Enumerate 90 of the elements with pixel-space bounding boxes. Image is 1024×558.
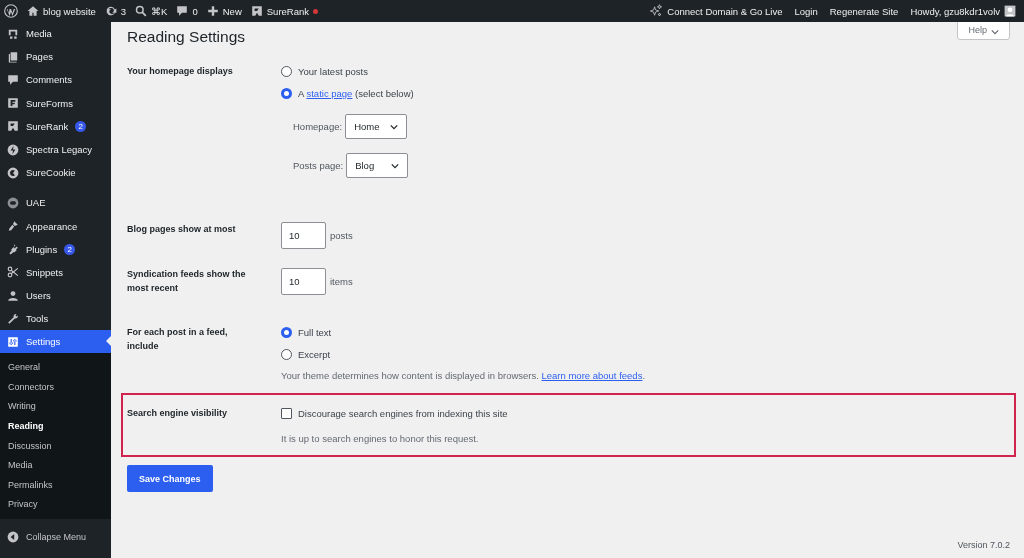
number-field[interactable]: 10 — [281, 267, 326, 295]
collapse-menu-button[interactable]: Collapse Menu — [0, 519, 111, 544]
toolbar-item[interactable]: Connect Domain & Go Live — [649, 4, 783, 18]
submenu-item[interactable]: General — [0, 357, 111, 378]
form-icon — [7, 97, 19, 110]
unit-label: items — [330, 275, 353, 287]
option-label: A static page (select below) — [298, 87, 414, 99]
menu-item[interactable]: UAE — [0, 191, 111, 215]
wordpress-menu[interactable] — [4, 4, 18, 18]
surerank-logo-icon — [7, 120, 19, 133]
plug-icon — [7, 243, 19, 256]
toolbar-item[interactable]: ⌘K — [135, 5, 168, 17]
help-text: Your theme determines how content is displayed in browsers. Learn more about feeds. — [281, 369, 647, 383]
field-label: Syndication feeds show the most recent — [127, 268, 247, 295]
collapse-icon — [7, 531, 19, 544]
comment-icon — [7, 73, 19, 86]
comment-icon — [176, 5, 189, 17]
submenu-item[interactable]: Reading — [0, 416, 111, 436]
help-text: It is up to search engines to honor this request. — [281, 432, 480, 446]
radio-button[interactable] — [281, 87, 292, 99]
field-label: Search engine visibility — [127, 407, 229, 420]
refresh-icon — [104, 5, 117, 17]
menu-item[interactable]: Pages — [0, 45, 111, 69]
menu-item[interactable]: Comments — [0, 68, 111, 92]
menu-item[interactable]: Plugins 2 — [0, 237, 111, 261]
number-field[interactable]: 10 — [281, 222, 326, 249]
toolbar-item[interactable]: blog website — [27, 5, 96, 17]
avatar-icon — [1004, 5, 1016, 17]
menu-item[interactable]: Spectra Legacy — [0, 137, 111, 162]
menu-item[interactable]: SureCookie — [0, 161, 111, 185]
menu-item[interactable]: Tools — [0, 307, 111, 331]
plus-icon — [206, 5, 219, 17]
paintbrush-icon — [7, 220, 19, 233]
field-label: Your homepage displays — [127, 65, 234, 78]
menu-item[interactable]: SureForms — [0, 91, 111, 115]
caret-icon — [991, 29, 999, 35]
sliders-icon — [7, 335, 19, 348]
count-badge: 2 — [75, 120, 87, 132]
submenu-item[interactable]: Connectors — [0, 377, 111, 397]
bolt-icon — [7, 143, 19, 156]
submenu-item[interactable]: Discussion — [0, 435, 111, 456]
unit-label: posts — [330, 230, 353, 241]
save-changes-button[interactable]: Save Changes — [127, 465, 213, 492]
toolbar-item[interactable]: 3 — [104, 5, 127, 17]
cookie-icon — [7, 166, 19, 179]
toolbar-link[interactable]: Login — [794, 5, 818, 17]
select-label: Homepage: — [293, 121, 343, 132]
submenu-item[interactable]: Writing — [0, 396, 111, 417]
menu-item[interactable]: Media — [0, 22, 111, 46]
page-title: Reading Settings — [127, 28, 246, 46]
count-badge: 2 — [64, 243, 76, 255]
checkbox[interactable] — [281, 407, 292, 419]
checkbox-label: Discourage search engines from indexing this site — [298, 407, 508, 419]
select-label: Posts page: — [293, 160, 344, 171]
home-icon — [27, 5, 39, 17]
menu-item[interactable]: Users — [0, 284, 111, 308]
toolbar-item[interactable]: SureRank — [250, 5, 318, 17]
wrench-icon — [7, 312, 19, 325]
page-dropdown[interactable]: Blog — [346, 153, 409, 178]
field-label: For each post in a feed, include — [127, 326, 229, 353]
menu-item[interactable]: Appearance — [0, 214, 111, 238]
submenu-item[interactable]: Permalinks — [0, 475, 111, 495]
menu-item[interactable]: Snippets — [0, 260, 111, 285]
wordpress-logo-icon — [4, 4, 18, 18]
menu-item[interactable]: Settings — [0, 330, 111, 354]
static-page-link[interactable]: static page — [306, 87, 353, 99]
menu-item[interactable]: SureRank 2 — [0, 114, 111, 138]
radio-button[interactable] — [281, 326, 292, 338]
toolbar-item[interactable]: 0 — [176, 5, 198, 17]
badge-logo-icon — [7, 196, 19, 209]
toolbar-item[interactable]: New — [206, 5, 242, 17]
pages-icon — [7, 50, 19, 63]
option-label: Your latest posts — [298, 65, 368, 77]
chevron-down-icon — [391, 162, 400, 169]
option-label: Excerpt — [298, 348, 331, 360]
search-icon — [135, 5, 148, 17]
page-dropdown[interactable]: Home — [345, 114, 408, 139]
surerank-logo-icon — [250, 5, 263, 17]
option-label: Full text — [298, 326, 332, 338]
submenu-item[interactable]: Media — [0, 455, 111, 475]
user-icon — [7, 289, 19, 302]
chevron-down-icon — [390, 123, 399, 130]
sparkle-icon — [649, 4, 664, 18]
version-text: Version 7.0.2 — [957, 540, 1010, 552]
radio-button[interactable] — [281, 65, 292, 77]
submenu-item[interactable]: Privacy — [0, 494, 111, 515]
toolbar-link[interactable]: Regenerate Site — [829, 5, 899, 17]
scissors-icon — [7, 266, 19, 279]
radio-button[interactable] — [281, 348, 292, 360]
field-label: Blog pages show at most — [127, 223, 237, 236]
